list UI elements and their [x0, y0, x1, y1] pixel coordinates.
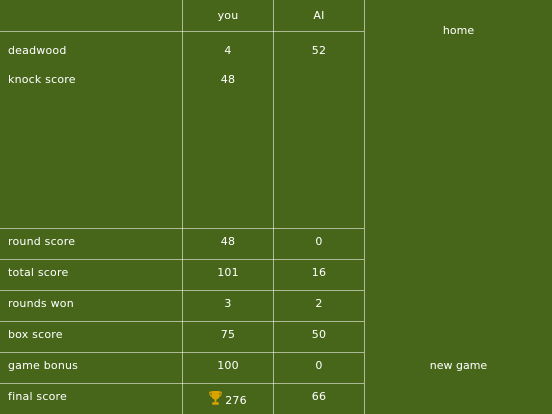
grid-divider [0, 228, 364, 229]
home-button[interactable]: home [365, 24, 552, 38]
grid-divider [0, 259, 364, 260]
deadwood-you: 4 [224, 44, 232, 57]
box-score-ai: 50 [311, 328, 327, 341]
total-score-you: 101 [217, 266, 239, 279]
box-score-you: 75 [220, 328, 236, 341]
row-label-knock-score: knock score [8, 73, 76, 86]
grid-divider [364, 0, 365, 414]
knock-score-you: 48 [220, 73, 236, 86]
round-score-you: 48 [220, 235, 236, 248]
grid-divider [0, 352, 364, 353]
final-score-ai: 66 [311, 390, 327, 403]
grid-divider [0, 383, 364, 384]
row-label-game-bonus: game bonus [8, 359, 79, 372]
row-label-round-score: round score [8, 235, 76, 248]
scoreboard-screen: you AI deadwood 4 52 knock score 48 roun… [0, 0, 552, 414]
total-score-ai: 16 [311, 266, 327, 279]
grid-divider [0, 290, 364, 291]
grid-divider [0, 321, 364, 322]
row-label-rounds-won: rounds won [8, 297, 74, 310]
row-label-total-score: total score [8, 266, 69, 279]
rounds-won-ai: 2 [315, 297, 323, 310]
game-bonus-ai: 0 [315, 359, 323, 372]
trophy-icon [209, 390, 222, 410]
round-score-ai: 0 [315, 235, 323, 248]
header-you: you [217, 9, 239, 22]
final-score-you: 276 [225, 394, 247, 407]
rounds-won-you: 3 [224, 297, 232, 310]
header-ai: AI [313, 9, 325, 22]
deadwood-ai: 52 [311, 44, 327, 57]
grid-divider [0, 31, 364, 32]
row-label-box-score: box score [8, 328, 63, 341]
row-label-deadwood: deadwood [8, 44, 67, 57]
new-game-button[interactable]: new game [365, 359, 552, 373]
row-label-final-score: final score [8, 390, 67, 403]
final-score-you-cell: 276 [183, 390, 273, 410]
game-bonus-you: 100 [217, 359, 239, 372]
